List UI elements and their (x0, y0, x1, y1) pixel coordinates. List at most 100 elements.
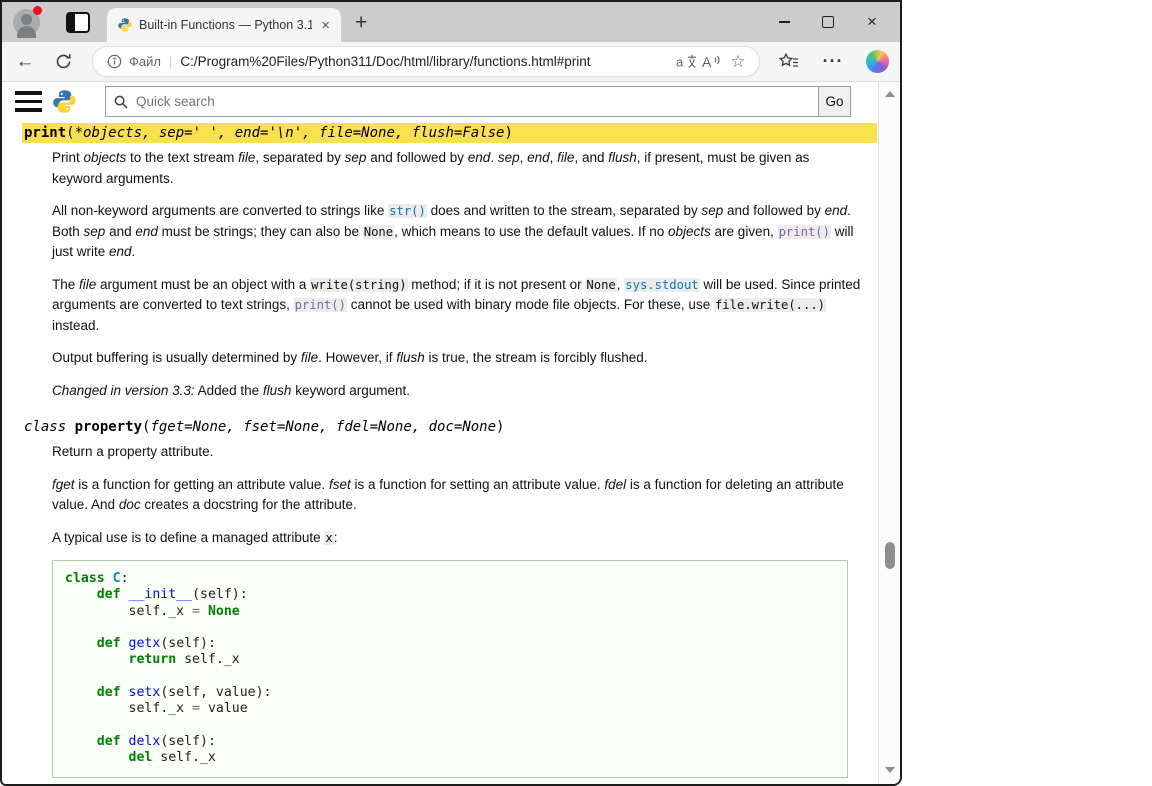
text-segment: sep (498, 150, 520, 165)
close-window-button[interactable]: × (850, 2, 894, 42)
text-segment: __init__ (129, 587, 193, 602)
python-favicon-icon (117, 17, 133, 33)
code-line (65, 620, 835, 636)
link-print[interactable]: print() (294, 298, 347, 312)
text-segment: end (527, 150, 550, 165)
page-info-icon[interactable] (105, 49, 123, 75)
tab-title: Built-in Functions — Python 3.11. (139, 18, 312, 32)
text-segment: property (75, 419, 142, 435)
text-segment: end (825, 203, 848, 218)
text-segment: class (24, 419, 75, 435)
code-line: def delx(self): (65, 734, 835, 750)
text-segment: instead. (52, 318, 99, 333)
code-line (65, 718, 835, 734)
text-segment: del (129, 750, 153, 765)
scroll-up-arrow-icon[interactable] (885, 91, 895, 97)
changed-in-version-note: Changed in version 3.3: Added the flush … (52, 381, 861, 402)
text-segment: ) (496, 419, 504, 435)
star-glyph: ☆ (730, 52, 745, 72)
text-segment (121, 587, 129, 602)
browser-tab[interactable]: Built-in Functions — Python 3.11. × (107, 8, 341, 42)
browser-toolbar: ← Файл | C:/Program%20Files/Python311/Do… (2, 42, 900, 82)
code-line: def getx(self): (65, 636, 835, 652)
new-tab-button[interactable]: + (355, 12, 367, 33)
scrollbar-thumb[interactable] (885, 542, 895, 569)
text-segment: is a function for getting an attribute v… (75, 477, 329, 492)
code-line: del self._x (65, 750, 835, 766)
link-sys-stdout[interactable]: sys.stdout (624, 278, 699, 292)
search-go-button[interactable]: Go (819, 86, 851, 117)
text-segment: (self): (160, 636, 216, 651)
text-segment (65, 636, 97, 651)
code-line: self._x = value (65, 701, 835, 717)
text-segment: setx (129, 685, 161, 700)
text-segment: keyword argument. (291, 383, 410, 398)
text-segment: and followed by (723, 203, 824, 218)
text-segment (121, 685, 129, 700)
close-tab-icon[interactable]: × (318, 18, 333, 33)
scroll-down-arrow-icon[interactable] (885, 767, 895, 773)
text-segment: file.write(...) (714, 298, 826, 312)
documentation-body: print(*objects, sep=' ', end='\n', file=… (2, 123, 879, 778)
text-segment: sep (84, 224, 106, 239)
hamburger-menu-icon[interactable] (15, 91, 42, 112)
text-segment: method; if it is not present or (408, 277, 586, 292)
text-segment: , and (574, 150, 608, 165)
text-segment: ( (66, 125, 74, 141)
text-segment: end (109, 244, 132, 259)
text-segment: write(string) (310, 278, 407, 292)
text-segment: delx (129, 734, 161, 749)
search-box[interactable] (105, 86, 819, 117)
address-bar[interactable]: Файл | C:/Program%20Files/Python311/Doc/… (92, 46, 760, 77)
read-aloud-icon[interactable]: A (699, 49, 725, 75)
text-segment: ) (504, 125, 512, 141)
refresh-button[interactable] (48, 47, 78, 77)
code-line: def setx(self, value): (65, 685, 835, 701)
text-segment: = (192, 604, 200, 619)
text-segment: def (97, 685, 121, 700)
hamburger-bar (15, 91, 42, 95)
collections-icon[interactable] (774, 47, 804, 77)
url-scheme-label: Файл (129, 54, 161, 69)
link-str[interactable]: str() (388, 204, 427, 218)
text-segment: (self): (192, 587, 248, 602)
text-segment: value (200, 701, 248, 716)
back-button[interactable]: ← (10, 47, 40, 77)
text-segment: is true, the stream is forcibly flushed. (425, 350, 648, 365)
maximize-button[interactable] (806, 2, 850, 42)
text-segment: to the text stream (126, 150, 238, 165)
text-segment: A typical use is to define a managed att… (52, 530, 324, 545)
text-segment: file (301, 350, 318, 365)
text-segment: C (113, 571, 121, 586)
text-segment: are given, (711, 224, 778, 239)
text-segment: (self, value): (160, 685, 271, 700)
text-segment (65, 587, 97, 602)
code-line: return self._x (65, 652, 835, 668)
text-segment (105, 571, 113, 586)
text-segment: and followed by (366, 150, 467, 165)
python-logo-icon[interactable] (51, 88, 78, 115)
text-segment: end (468, 150, 491, 165)
text-segment: file (557, 150, 574, 165)
text-segment: argument must be an object with a (96, 277, 310, 292)
profile-avatar[interactable] (13, 9, 40, 36)
more-options-icon[interactable]: ··· (818, 47, 848, 77)
workspaces-icon[interactable] (66, 12, 90, 33)
paragraph: Return a property attribute. (52, 442, 861, 463)
ellipsis-glyph: ··· (823, 51, 844, 72)
favorite-star-icon[interactable]: ☆ (725, 49, 751, 75)
text-segment: fget=None, fset=None, fdel=None, doc=Non… (150, 419, 496, 435)
text-segment: : (121, 571, 129, 586)
text-segment: sep (702, 203, 724, 218)
minimize-button[interactable] (762, 2, 806, 42)
link-print[interactable]: print() (778, 225, 831, 239)
text-segment: creates a docstring for the attribute. (141, 497, 357, 512)
search-input[interactable] (134, 93, 818, 110)
text-segment: (self): (160, 734, 216, 749)
url-text[interactable]: C:/Program%20Files/Python311/Doc/html/li… (180, 54, 673, 69)
copilot-icon[interactable] (862, 47, 892, 77)
page-scrollbar[interactable] (878, 82, 900, 784)
code-line: self._x = None (65, 604, 835, 620)
text-segment: is a function for setting an attribute v… (351, 477, 605, 492)
translate-icon[interactable]: a (673, 49, 699, 75)
